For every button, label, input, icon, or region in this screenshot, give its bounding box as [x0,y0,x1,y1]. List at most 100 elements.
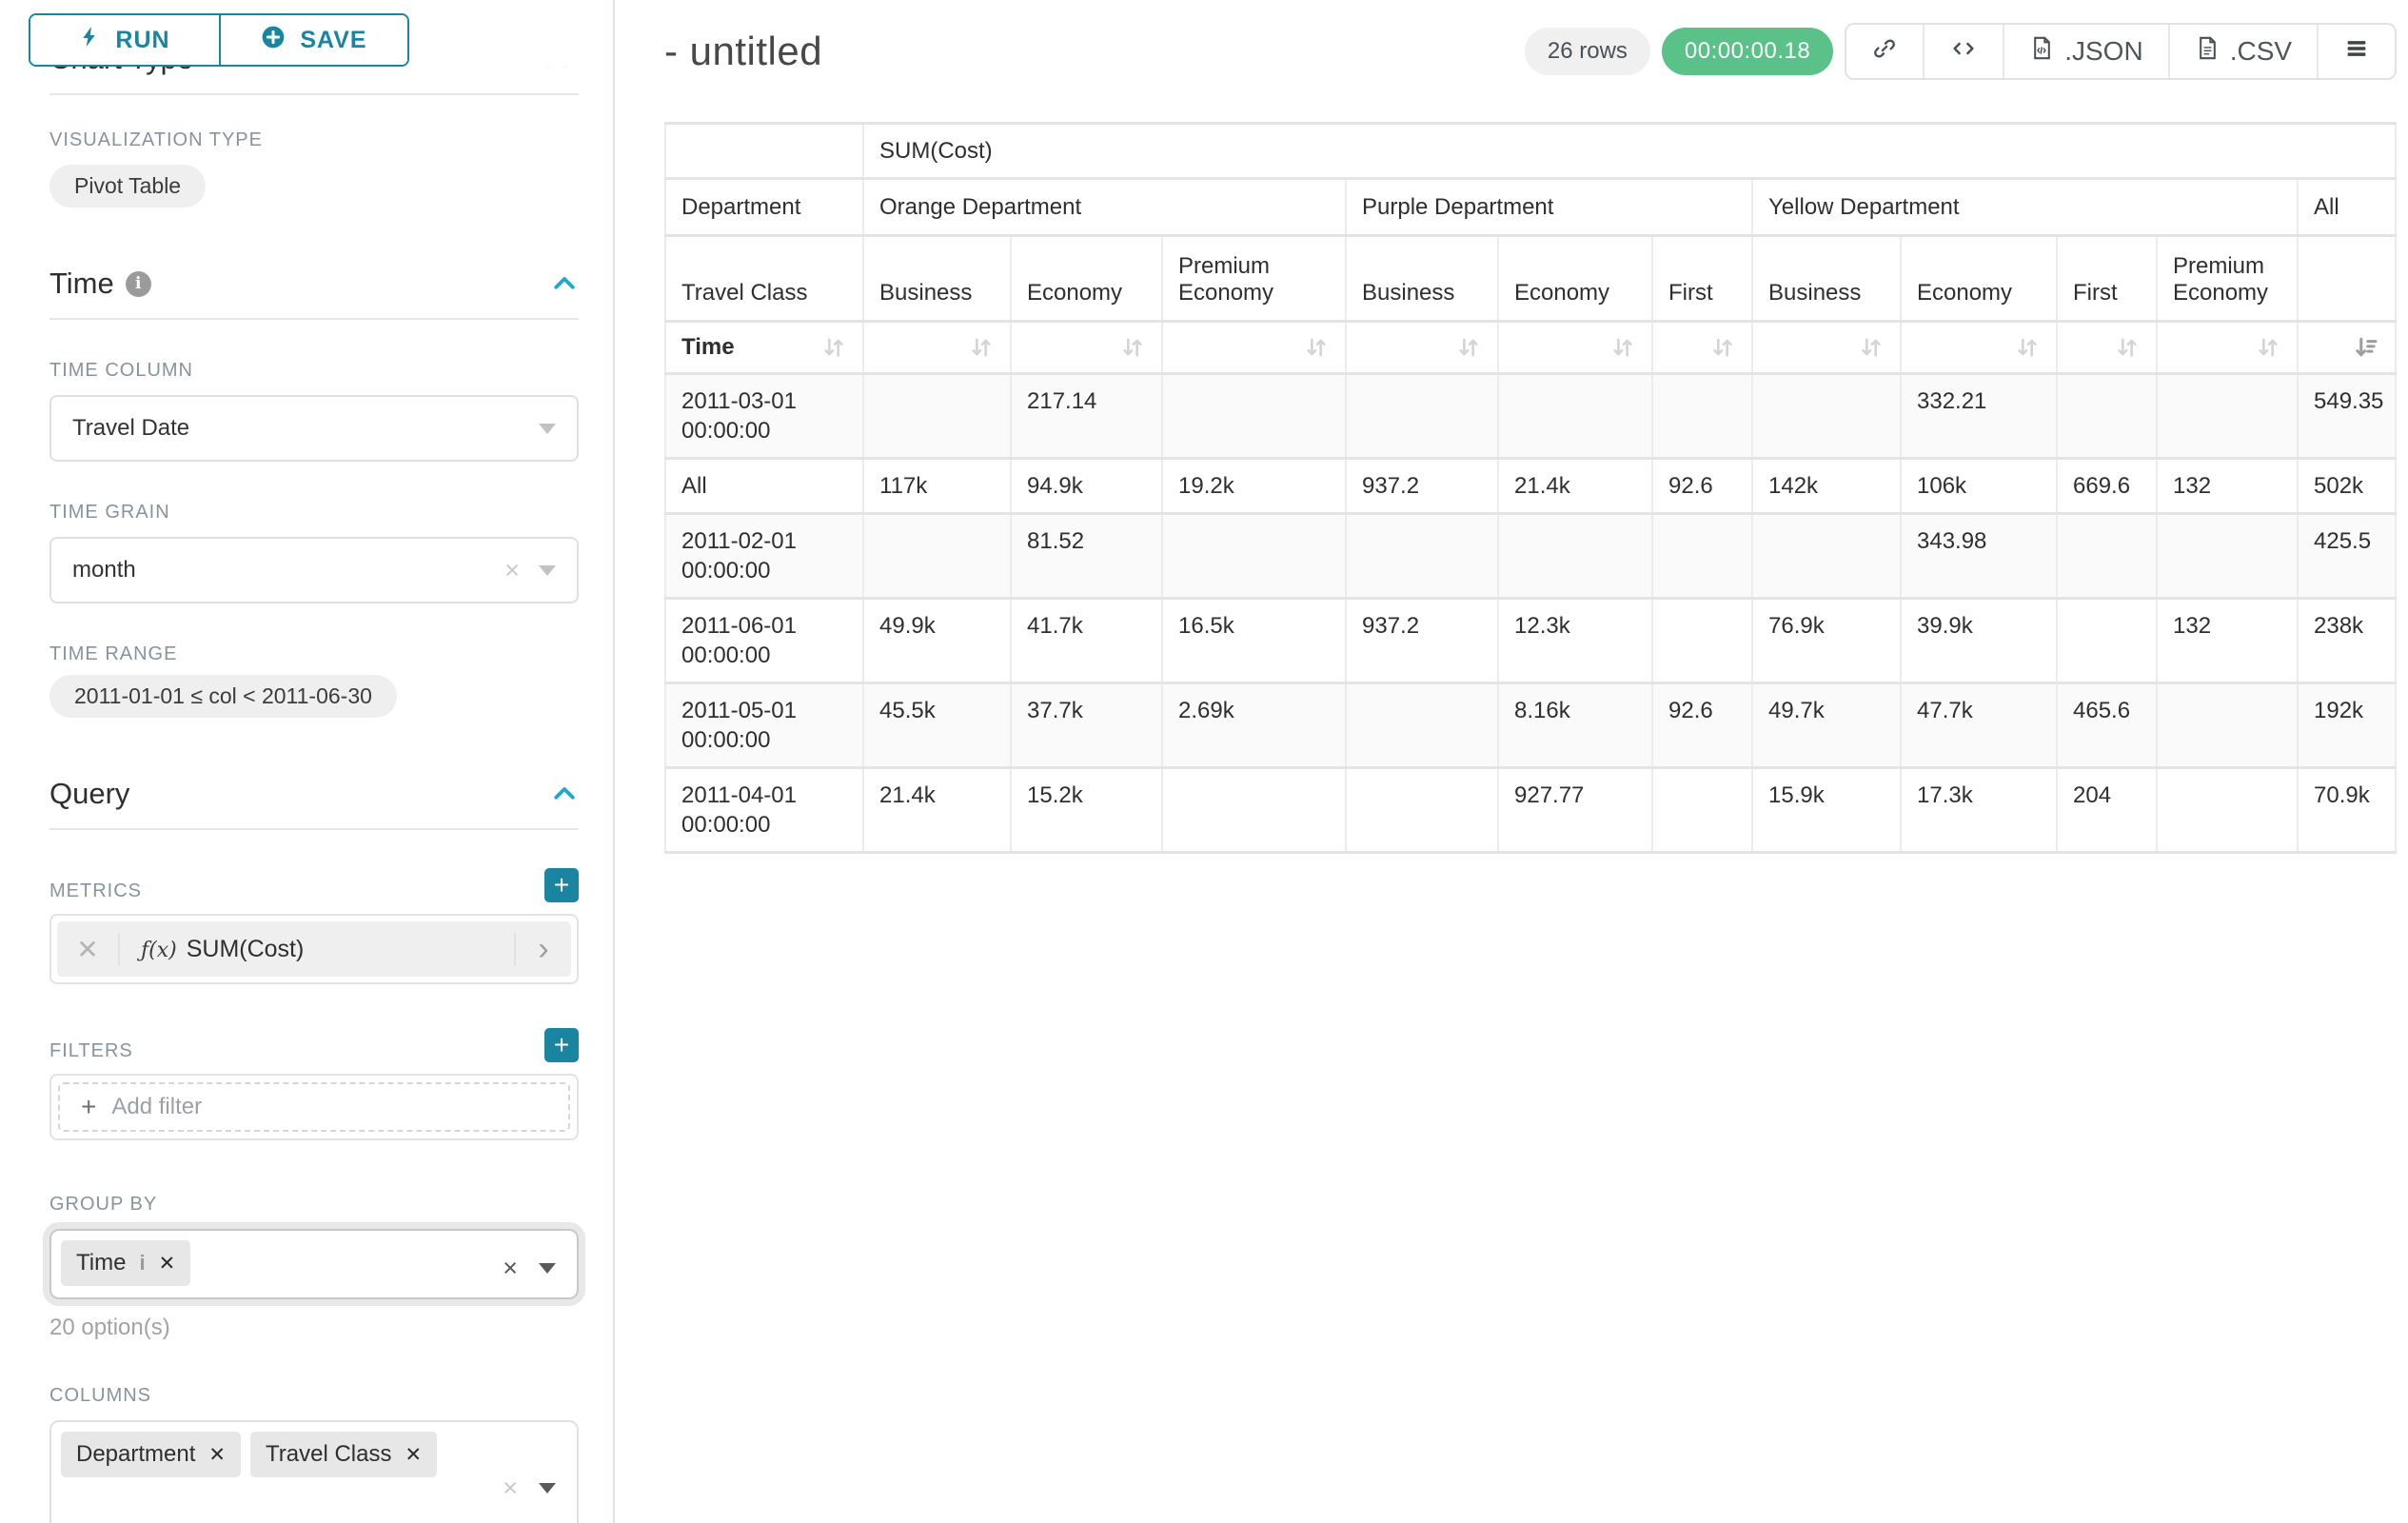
clear-icon[interactable]: × [503,1254,518,1283]
metric-pill[interactable]: ✕ ƒ(x)SUM(Cost) › [57,921,571,977]
export-csv-label: .CSV [2230,36,2292,67]
save-button[interactable]: SAVE [219,15,407,65]
pivot-cell: 132 [2157,599,2298,683]
travel-class-header: Business [1346,236,1498,322]
pivot-cell: 37.7k [1011,683,1162,768]
pivot-cell: 81.52 [1011,514,1162,599]
chevron-down-icon[interactable] [539,1263,556,1274]
sort-header-cell [2157,322,2298,374]
pivot-cell: 92.6 [1652,459,1752,514]
sort-icon[interactable] [1709,334,1736,361]
sort-descending-icon[interactable] [2353,334,2379,361]
query-section-collapse-button[interactable] [550,780,579,808]
time-grain-select[interactable]: month × [49,537,579,603]
chart-header: - untitled 26 rows 00:00:00.18 [664,23,2397,80]
copy-link-button[interactable] [1846,25,1923,78]
time-range-value[interactable]: 2011-01-01 ≤ col < 2011-06-30 [49,675,397,718]
department-group-header: Orange Department [863,179,1346,236]
pivot-cell [1498,374,1652,459]
time-section-collapse-button[interactable] [550,269,579,298]
columns-select[interactable]: Department ✕ Travel Class ✕ × [49,1420,579,1523]
tag-label: Time [76,1250,126,1276]
pivot-cell [1652,514,1752,599]
run-save-button-bar: RUN SAVE [29,13,409,67]
time-grain-label: TIME GRAIN [49,502,579,524]
pivot-table-container: SUM(Cost)DepartmentOrange DepartmentPurp… [664,122,2397,854]
pivot-cell [863,514,1011,599]
pivot-cell: 425.5 [2298,514,2396,599]
chart-menu-button[interactable] [2317,25,2395,78]
chart-title: - untitled [664,29,1525,74]
selected-tag[interactable]: Travel Class ✕ [250,1432,437,1477]
row-header: 2011-06-01 00:00:00 [665,599,863,683]
time-section-header: Time i [49,267,579,301]
metrics-control: ✕ ƒ(x)SUM(Cost) › [49,914,579,984]
remove-tag-icon[interactable]: ✕ [405,1443,422,1467]
sort-header-cell [2057,322,2157,374]
pivot-row: 2011-05-01 00:00:0045.5k37.7k2.69k8.16k9… [665,683,2396,768]
sort-icon[interactable] [2255,334,2281,361]
embed-code-button[interactable] [1923,25,2003,78]
pivot-cell: 937.2 [1346,459,1498,514]
travel-class-header: Economy [1011,236,1162,322]
pivot-cell: 238k [2298,599,2396,683]
export-toolbar: .JSON .CSV [1845,23,2397,80]
visualization-type-value[interactable]: Pivot Table [49,165,206,208]
chevron-down-icon[interactable] [539,1483,556,1493]
pivot-cell: 45.5k [863,683,1011,768]
chevron-up-icon [543,67,571,74]
export-csv-button[interactable]: .CSV [2168,25,2317,78]
sort-icon[interactable] [2114,334,2141,361]
pivot-cell: 21.4k [863,768,1011,853]
sort-icon[interactable] [1303,334,1330,361]
chevron-right-icon[interactable]: › [514,933,571,965]
sort-icon[interactable] [1455,334,1482,361]
groupby-label: GROUP BY [49,1194,579,1216]
sort-header-cell [1652,322,1752,374]
travel-class-header: First [1652,236,1752,322]
query-section-header: Query [49,777,579,811]
remove-tag-icon[interactable]: ✕ [159,1252,176,1276]
pivot-cell: 669.6 [2057,459,2157,514]
pivot-table: SUM(Cost)DepartmentOrange DepartmentPurp… [664,122,2397,854]
metrics-label: METRICS [49,880,142,902]
row-count-badge: 26 rows [1525,28,1650,75]
tag-label: Travel Class [266,1441,391,1468]
pivot-cell [2057,599,2157,683]
clear-icon[interactable]: × [504,556,520,585]
time-column-select[interactable]: Travel Date [49,395,579,462]
hamburger-menu-icon [2343,35,2370,69]
pivot-cell: 12.3k [1498,599,1652,683]
pivot-cell: 142k [1752,459,1901,514]
remove-metric-icon[interactable]: ✕ [57,934,120,965]
pivot-cell: 70.9k [2298,768,2396,853]
chevron-up-icon [550,287,579,301]
tag-label: Department [76,1441,195,1468]
visualization-type-label: VISUALIZATION TYPE [49,129,579,151]
sort-icon[interactable] [820,334,847,361]
sort-icon[interactable] [2014,334,2041,361]
add-filter-button[interactable]: + Add filter [58,1082,570,1132]
function-icon: ƒ(x) [141,939,177,962]
travel-class-header: Economy [1498,236,1652,322]
clear-icon[interactable]: × [503,1474,518,1503]
remove-tag-icon[interactable]: ✕ [208,1443,226,1467]
groupby-options-hint: 20 option(s) [49,1315,579,1341]
chevron-down-icon [539,424,556,434]
pivot-cell: 49.9k [863,599,1011,683]
sort-icon[interactable] [1119,334,1146,361]
selected-tag[interactable]: Timei✕ [61,1240,190,1286]
sort-header-cell [2298,322,2396,374]
add-metric-button[interactable]: + [544,868,579,902]
run-button[interactable]: RUN [30,15,219,65]
export-json-button[interactable]: .JSON [2003,25,2167,78]
sort-icon[interactable] [1609,334,1636,361]
pivot-cell: 92.6 [1652,683,1752,768]
pivot-cell: 15.2k [1011,768,1162,853]
groupby-select[interactable]: Timei✕ × [49,1229,579,1299]
add-filter-plus-button[interactable]: + [544,1028,579,1062]
sort-icon[interactable] [1858,334,1885,361]
sort-icon[interactable] [968,334,995,361]
travel-class-axis-label: Travel Class [665,236,863,322]
selected-tag[interactable]: Department ✕ [61,1432,241,1477]
